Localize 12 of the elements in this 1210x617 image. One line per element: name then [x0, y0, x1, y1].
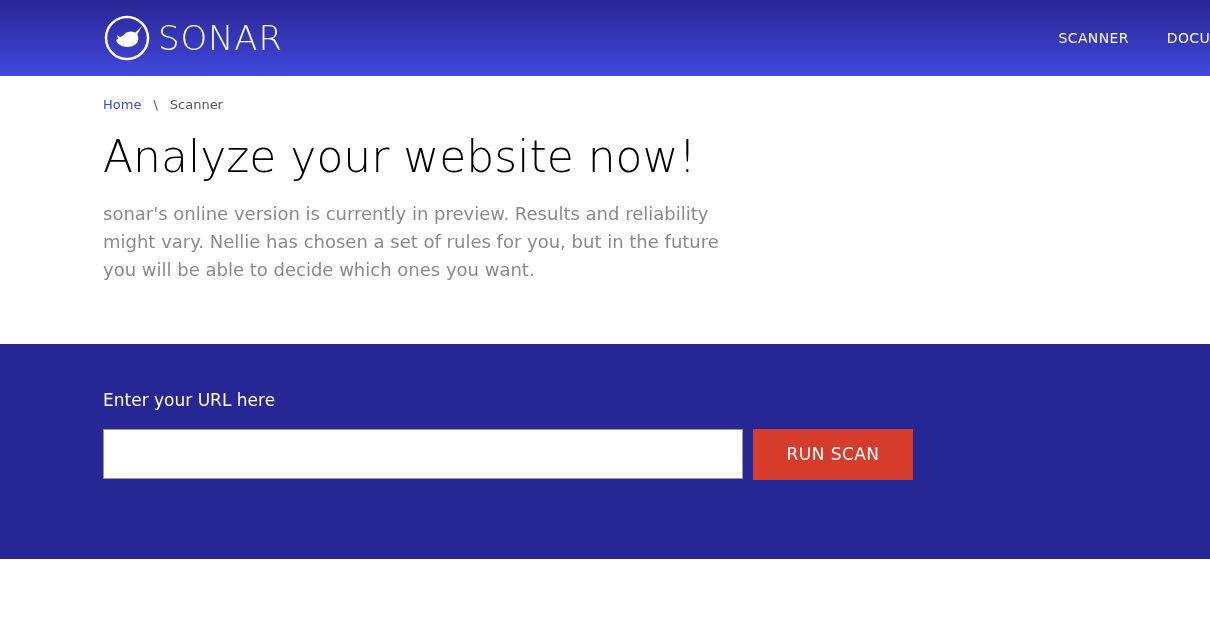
url-label: Enter your URL here — [103, 388, 277, 412]
narwhal-logo-icon — [104, 15, 150, 61]
breadcrumb-separator: \ — [153, 96, 158, 114]
run-scan-button[interactable]: RUN SCAN — [753, 429, 913, 480]
intro-paragraph: sonar's online version is currently in preview. Results and reliability might vary. Nellie has chosen a set of rules for you, but in the future you will be able to decide which ones you want. — [103, 201, 720, 282]
page-title: Analyze your website now! — [103, 129, 698, 184]
nav-link[interactable]: SCANNER — [1058, 27, 1129, 49]
logo-text: SONAR — [158, 16, 283, 60]
nav-link[interactable]: DOCU — [1166, 27, 1210, 49]
breadcrumb-current: Scanner — [169, 96, 223, 114]
url-input-field[interactable] — [103, 429, 743, 479]
breadcrumb-link[interactable]: Home — [103, 95, 142, 115]
